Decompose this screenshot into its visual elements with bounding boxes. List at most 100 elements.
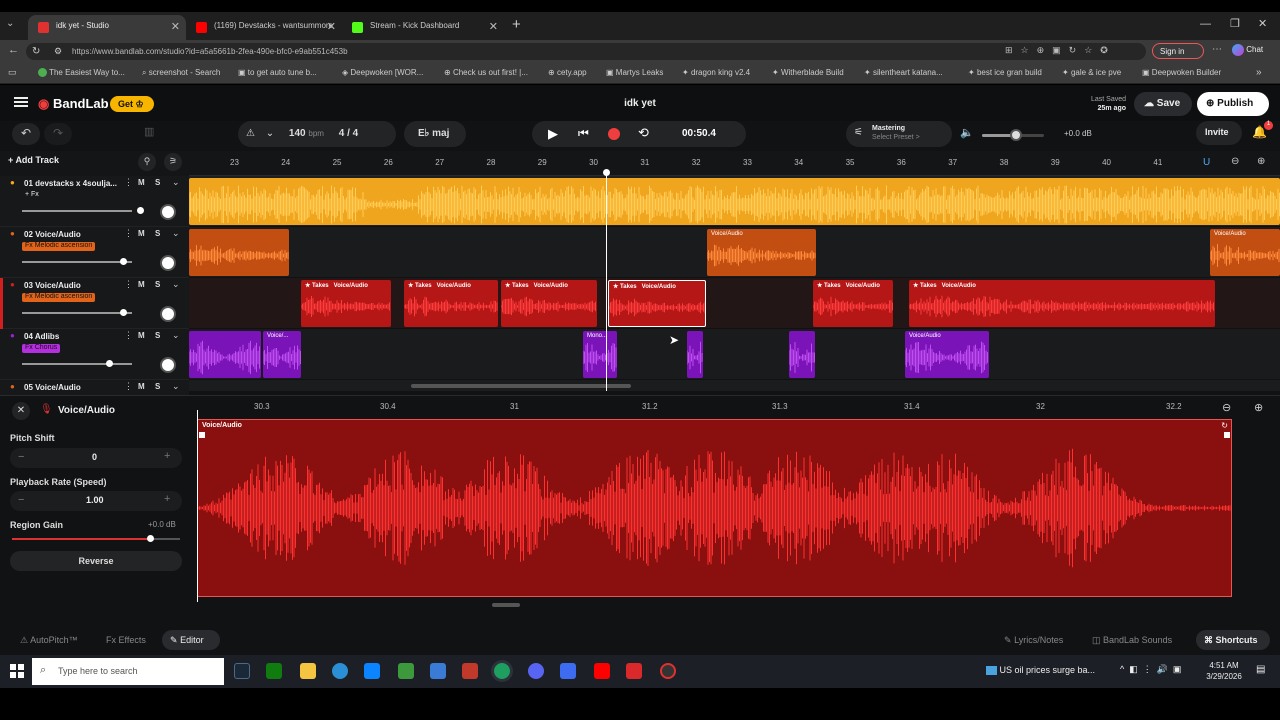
address-bar[interactable]: ↻ ⚙ https://www.bandlab.com/studio?id=a5… xyxy=(26,43,1146,60)
system-tray-icons[interactable]: ^◧⋮🔊▣ xyxy=(1120,664,1186,675)
shortcuts-button[interactable]: ⌘ Shortcuts xyxy=(1196,630,1270,650)
roblox-icon[interactable] xyxy=(462,663,478,679)
mixer-icon[interactable]: ▥ xyxy=(144,125,154,138)
reload-icon[interactable]: ↻ xyxy=(32,46,40,57)
track-volume-slider[interactable] xyxy=(22,363,132,365)
track-header-4[interactable]: ● 04 Adlibs ⋮ M S ⌄ Fx Chorus xyxy=(0,329,189,380)
chevron-down-icon[interactable]: ⌄ xyxy=(172,381,180,392)
bookmark-item[interactable]: ⌕ screenshot - Search xyxy=(142,68,220,78)
minimize-icon[interactable]: — xyxy=(1200,18,1211,30)
audio-clip[interactable]: Voice/Audio xyxy=(707,229,816,276)
windows-start-icon[interactable] xyxy=(10,664,24,678)
news-widget[interactable]: US oil prices surge ba... xyxy=(986,665,1095,676)
close-tab-icon[interactable]: ✕ xyxy=(489,20,498,33)
master-volume-knob[interactable] xyxy=(1010,129,1023,141)
audio-clip-devstacks[interactable] xyxy=(189,178,1280,225)
playback-rate-value[interactable]: 1.00 xyxy=(86,495,104,505)
bookmark-item[interactable]: ▣ Martys Leaks xyxy=(606,68,663,77)
project-title[interactable]: idk yet xyxy=(610,98,670,109)
clock[interactable]: 4:51 AM 3/29/2026 xyxy=(1204,660,1244,682)
bpm-value[interactable]: 140 xyxy=(289,128,306,139)
record-icon[interactable] xyxy=(608,128,620,140)
edge-icon[interactable] xyxy=(332,663,348,679)
redo-icon[interactable]: ↷ xyxy=(44,123,72,145)
lane-03[interactable]: ★ Takes Voice/Audio ★ Takes Voice/Audio ★ … xyxy=(189,278,1280,329)
tab-bandlab-studio[interactable]: idk yet - Studio ✕ xyxy=(28,15,186,40)
audio-clip[interactable]: ★ Takes Voice/Audio xyxy=(608,280,706,327)
discord-icon[interactable] xyxy=(528,663,544,679)
playhead[interactable] xyxy=(606,171,607,391)
play-icon[interactable]: ▶ xyxy=(548,126,558,142)
playback-rate-stepper[interactable]: − 1.00 + xyxy=(10,491,182,511)
bookmark-item[interactable]: ✦ best ice gran build xyxy=(968,68,1042,77)
mic-icon[interactable]: ● xyxy=(10,280,15,289)
effects-tab[interactable]: Fx Effects xyxy=(106,635,146,645)
audio-clip[interactable] xyxy=(189,229,289,276)
tab-youtube[interactable]: (1169) Devstacks - wantsummore ✕ xyxy=(186,15,342,40)
track-fx-badge[interactable]: + Fx xyxy=(22,191,42,200)
audio-clip[interactable] xyxy=(789,331,815,378)
track-fx-badge[interactable]: Fx Melodic ascension xyxy=(22,293,96,302)
bookmark-item[interactable]: ◈ Deepwoken [WOR... xyxy=(342,68,423,77)
loop-icon[interactable]: ⟲ xyxy=(638,125,649,141)
region-gain-knob[interactable] xyxy=(146,535,154,542)
bookmark-item[interactable]: The Easiest Way to... xyxy=(38,68,125,78)
mic-icon[interactable]: ● xyxy=(10,382,15,391)
track-name[interactable]: 01 devstacks x 4soulja... xyxy=(24,179,117,188)
vector-app-icon[interactable] xyxy=(398,663,414,679)
metronome-icon[interactable]: ⚠ xyxy=(246,128,255,139)
menu-icon[interactable] xyxy=(14,97,28,107)
tempo-pill[interactable]: ⚠ ⌄ 140 bpm 4 / 4 xyxy=(238,121,396,147)
invite-button[interactable]: Invite xyxy=(1196,121,1242,145)
maximize-icon[interactable]: ❐ xyxy=(1230,17,1240,30)
lane-04[interactable]: Voice/... Mono... Voice/Audio xyxy=(189,329,1280,380)
solo-button[interactable]: S xyxy=(155,229,160,238)
lane-01[interactable] xyxy=(189,176,1280,227)
bookmark-item[interactable]: ⊕ cety.app xyxy=(548,68,587,77)
close-window-icon[interactable]: ✕ xyxy=(1258,17,1267,30)
snap-icon[interactable]: U xyxy=(1203,157,1210,168)
mute-button[interactable]: M xyxy=(138,382,145,391)
notifications-icon[interactable]: ▤ xyxy=(1256,664,1265,675)
bookmarks-icon[interactable]: ▭ xyxy=(8,67,17,78)
time-signature[interactable]: 4 / 4 xyxy=(339,128,358,139)
chevron-down-icon[interactable]: ⌄ xyxy=(266,128,274,139)
skip-back-icon[interactable]: ⏮ xyxy=(578,126,589,141)
track-header-2[interactable]: ● 02 Voice/Audio ⋮ M S ⌄ Fx Melodic ascension xyxy=(0,227,189,278)
track-volume-slider[interactable] xyxy=(22,261,132,263)
chevron-down-icon[interactable]: ⌄ xyxy=(172,330,180,341)
mic-icon[interactable]: ● xyxy=(10,178,15,187)
chevron-down-icon[interactable]: ⌄ xyxy=(172,177,180,188)
chevron-down-icon[interactable]: ⌄ xyxy=(172,279,180,290)
mute-button[interactable]: M xyxy=(138,331,145,340)
mic-icon[interactable]: ● xyxy=(10,229,15,238)
audio-clip[interactable] xyxy=(189,331,261,378)
bookmark-item[interactable]: ✦ silentheart katana... xyxy=(864,68,943,77)
editor-playhead[interactable] xyxy=(197,410,198,602)
sign-in-button[interactable]: Sign in xyxy=(1152,43,1204,59)
bookmark-item[interactable]: ✦ Witherblade Build xyxy=(772,68,844,77)
calculator-icon[interactable] xyxy=(430,663,446,679)
mute-button[interactable]: M xyxy=(138,178,145,187)
audio-clip[interactable]: ★ Takes Voice/Audio xyxy=(301,280,391,327)
bookmarks-overflow-icon[interactable]: » xyxy=(1256,67,1262,78)
audio-clip[interactable]: Voice/... xyxy=(263,331,301,378)
solo-button[interactable]: S xyxy=(155,382,160,391)
track-settings-icon[interactable]: ⚞ xyxy=(164,153,182,171)
editor-scroll-handle[interactable] xyxy=(492,603,520,607)
audio-clip[interactable]: ★ Takes Voice/Audio xyxy=(813,280,893,327)
pitch-shift-stepper[interactable]: − 0 + xyxy=(10,448,182,468)
pan-knob[interactable] xyxy=(160,306,176,322)
publish-button[interactable]: ⊕ Publish xyxy=(1197,92,1269,116)
reverse-button[interactable]: Reverse xyxy=(10,551,182,571)
track-name[interactable]: 05 Voice/Audio xyxy=(24,383,81,392)
lyrics-notes-button[interactable]: ✎ Lyrics/Notes xyxy=(1004,635,1063,646)
audio-clip[interactable]: ★ Takes Voice/Audio xyxy=(404,280,498,327)
lane-02[interactable]: Voice/Audio Voice/Audio xyxy=(189,227,1280,278)
timeline-ruler[interactable]: 23 24 25 26 27 28 29 30 31 32 33 34 35 36 37 38 39 40 41 xyxy=(189,151,1280,176)
track-menu-icon[interactable]: ⋮ xyxy=(124,279,133,290)
undo-icon[interactable]: ↶ xyxy=(12,123,40,145)
track-name[interactable]: 04 Adlibs xyxy=(24,332,59,341)
zoom-out-icon[interactable]: ⊖ xyxy=(1231,156,1239,167)
bookmark-item[interactable]: ⊕ Check us out first! |... xyxy=(444,68,528,77)
